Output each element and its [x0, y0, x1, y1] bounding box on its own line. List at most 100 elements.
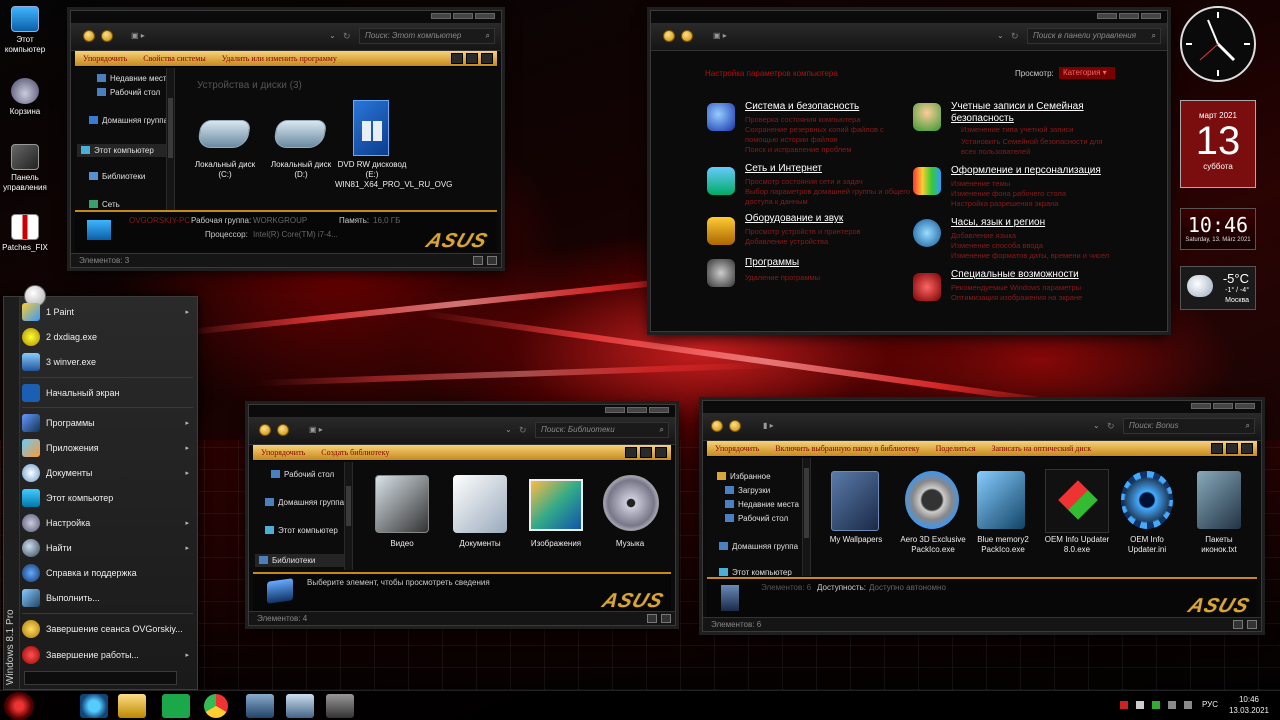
recent-item-winver[interactable]: 3 winver.exe [22, 350, 193, 374]
link-network-status[interactable]: Просмотр состояния сети и задач [745, 177, 863, 187]
address-dropdown[interactable]: ⌄ [1093, 421, 1100, 430]
search-input[interactable]: Поиск в панели управления ⌕ [1027, 28, 1161, 44]
address-bar[interactable]: ▣ ▸ [309, 425, 323, 434]
minimize-button[interactable] [1097, 13, 1117, 19]
nav-scrollbar[interactable] [344, 462, 352, 570]
organize-button[interactable]: Упорядочить [261, 448, 305, 457]
nav-item-desktop[interactable]: Рабочий стол [97, 88, 160, 97]
refresh-icon[interactable]: ↻ [1107, 421, 1115, 432]
nav-item-this-pc[interactable]: Этот компьютер [77, 144, 174, 157]
analog-clock-gadget[interactable] [1180, 6, 1256, 82]
search-input[interactable]: Поиск: Bonus ⌕ [1123, 418, 1255, 434]
nav-item-downloads[interactable]: Загрузки [725, 486, 770, 495]
category-programs[interactable]: Программы [745, 257, 799, 268]
monitor-tray-icon[interactable] [1184, 701, 1192, 709]
menu-item-programs[interactable]: Программы ▸ [22, 411, 193, 435]
maximize-button[interactable] [453, 13, 473, 19]
recent-item-paint[interactable]: 1 Paint ▸ [22, 300, 193, 324]
search-input[interactable]: Поиск: Этот компьютер ⌕ [359, 28, 495, 44]
category-accessibility[interactable]: Специальные возможности [951, 269, 1079, 280]
link-file-history[interactable]: Сохранение резервных копий файлов с помо… [745, 125, 885, 145]
help-icon[interactable] [481, 53, 493, 64]
link-homegroup[interactable]: Выбор параметров домашней группы и общег… [745, 187, 915, 207]
store-icon[interactable] [162, 694, 190, 718]
refresh-icon[interactable]: ↻ [519, 425, 527, 436]
organize-button[interactable]: Упорядочить [715, 444, 759, 453]
refresh-icon[interactable]: ↻ [1011, 31, 1019, 42]
link-recommended[interactable]: Рекомендуемые Windows параметры [951, 283, 1081, 293]
control-panel-taskbar-icon[interactable] [286, 694, 314, 718]
search-icon[interactable]: ⌕ [660, 423, 664, 437]
refresh-icon[interactable]: ↻ [343, 31, 351, 42]
address-bar[interactable]: ▮ ▸ [763, 421, 774, 430]
back-button[interactable] [259, 424, 271, 436]
oem-updater-exe-item[interactable] [1045, 469, 1109, 533]
back-button[interactable] [83, 30, 95, 42]
weather-gadget[interactable]: -5°C -1° / -4° Москва [1180, 266, 1256, 310]
tray-icon[interactable] [1136, 701, 1144, 709]
menu-item-settings[interactable]: Настройка ▸ [22, 511, 193, 535]
create-library-button[interactable]: Создать библиотеку [321, 448, 389, 457]
search-icon[interactable]: ⌕ [1152, 29, 1156, 43]
system-properties-button[interactable]: Свойства системы [143, 54, 205, 63]
computer-window[interactable]: ▣ ▸ ⌄ ↻ Поиск: Этот компьютер ⌕ Упорядочи… [70, 10, 502, 268]
recent-item-dxdiag[interactable]: 2 dxdiag.exe [22, 325, 193, 349]
maximize-button[interactable] [1213, 403, 1233, 409]
nav-item-this-pc[interactable]: Этот компьютер [719, 568, 792, 576]
internet-explorer-icon[interactable] [80, 694, 108, 718]
nav-scrollbar[interactable] [802, 458, 810, 576]
nav-item-favorites[interactable]: Избранное [717, 472, 771, 481]
burn-disc-button[interactable]: Записать на оптический диск [991, 444, 1091, 453]
forward-button[interactable] [681, 30, 693, 42]
minimize-button[interactable] [1191, 403, 1211, 409]
category-accounts[interactable]: Учетные записи и Семейная безопасность [951, 101, 1101, 125]
link-troubleshoot[interactable]: Поиск и исправление проблем [745, 145, 852, 155]
control-panel-window[interactable]: ▣ ▸ ⌄ ↻ Поиск в панели управления ⌕ Настр… [650, 10, 1168, 332]
forward-button[interactable] [277, 424, 289, 436]
category-clock-region[interactable]: Часы, язык и регион [951, 217, 1045, 228]
minimize-button[interactable] [605, 407, 625, 413]
view-options-icon[interactable] [1211, 443, 1223, 454]
link-resolution[interactable]: Настройка разрешения экрана [951, 199, 1058, 209]
link-optimize-display[interactable]: Оптимизация изображения на экране [951, 293, 1082, 303]
large-icons-view-icon[interactable] [487, 256, 497, 265]
preview-pane-icon[interactable] [466, 53, 478, 64]
menu-item-documents[interactable]: Документы ▸ [22, 461, 193, 485]
link-uninstall[interactable]: Удаление программы [745, 273, 820, 283]
folder-icon[interactable] [831, 471, 879, 531]
desktop-icon-patches[interactable]: Patches_FIX [0, 214, 54, 253]
drive-item-c[interactable] [193, 120, 255, 156]
preview-pane-icon[interactable] [640, 447, 652, 458]
pictures-library-icon[interactable] [529, 479, 583, 531]
address-bar[interactable]: ▣ ▸ [131, 31, 145, 40]
large-icons-view-icon[interactable] [1247, 620, 1257, 629]
view-options-icon[interactable] [451, 53, 463, 64]
aero-pack-icon[interactable] [905, 471, 959, 529]
menu-item-search[interactable]: Найти ▸ [22, 536, 193, 560]
search-icon[interactable]: ⌕ [486, 29, 490, 43]
large-icons-view-icon[interactable] [661, 614, 671, 623]
logoff-button[interactable]: Завершение сеанса OVGorskiy... [22, 617, 193, 641]
bonus-folder-taskbar-icon[interactable] [326, 694, 354, 718]
bonus-window[interactable]: ▮ ▸ ⌄ ↻ Поиск: Bonus ⌕ Упорядочить Включи… [702, 400, 1262, 632]
nav-item-homegroup[interactable]: Домашняя группа [719, 542, 798, 551]
link-change-theme[interactable]: Изменение темы [951, 179, 1010, 189]
menu-item-this-pc[interactable]: Этот компьютер [22, 486, 193, 510]
details-view-icon[interactable] [473, 256, 483, 265]
start-button[interactable] [4, 692, 34, 720]
forward-button[interactable] [101, 30, 113, 42]
nav-item-homegroup[interactable]: Домашняя группа [265, 498, 344, 507]
music-library-icon[interactable] [603, 475, 659, 531]
video-library-icon[interactable] [375, 475, 429, 533]
link-input-method[interactable]: Изменение способа ввода [951, 241, 1043, 251]
nav-item-homegroup[interactable]: Домашняя группа [89, 116, 168, 125]
desktop-icon-computer[interactable]: Этот компьютер [0, 6, 54, 55]
menu-item-help[interactable]: Справка и поддержка [22, 561, 193, 585]
menu-item-run[interactable]: Выполнить... [22, 586, 193, 610]
start-screen-item[interactable]: Начальный экран [22, 381, 193, 405]
gear-icon[interactable] [1121, 471, 1173, 529]
blue-memory-icon[interactable] [977, 471, 1025, 529]
forward-button[interactable] [729, 420, 741, 432]
link-devices-printers[interactable]: Просмотр устройств и принтеров [745, 227, 861, 237]
view-select[interactable]: Категория ▾ [1059, 67, 1115, 79]
